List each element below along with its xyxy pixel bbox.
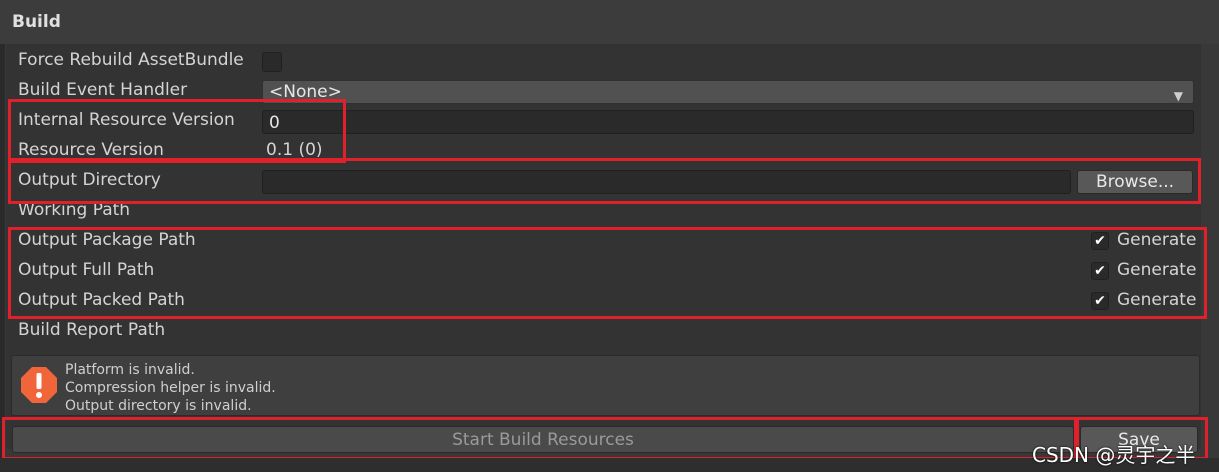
build-report-path-label: Build Report Path [18,320,166,340]
section-title: Build [12,12,61,32]
annotation-box-internal-version [8,99,346,163]
annotation-box-output-directory [8,158,1201,204]
message-output-dir-invalid: Output directory is invalid. [65,398,252,414]
section-header [0,0,1219,44]
message-compression-invalid: Compression helper is invalid. [65,380,276,396]
force-rebuild-label: Force Rebuild AssetBundle [18,50,244,70]
message-platform-invalid: Platform is invalid. [65,362,195,378]
internal-resource-version-input[interactable]: 0 [262,110,1194,134]
triangle-down-icon: ▼ [1173,89,1183,103]
force-rebuild-checkbox[interactable] [262,52,282,72]
build-event-handler-dropdown[interactable]: <None> ▼ [262,80,1194,104]
annotation-box-start-build [2,417,1079,460]
left-edge-strip [0,18,5,458]
build-event-handler-label: Build Event Handler [18,80,188,100]
watermark-text: CSDN @灵宇之半 [1032,443,1196,467]
annotation-box-output-paths [8,227,1207,319]
warning-icon [21,367,57,403]
